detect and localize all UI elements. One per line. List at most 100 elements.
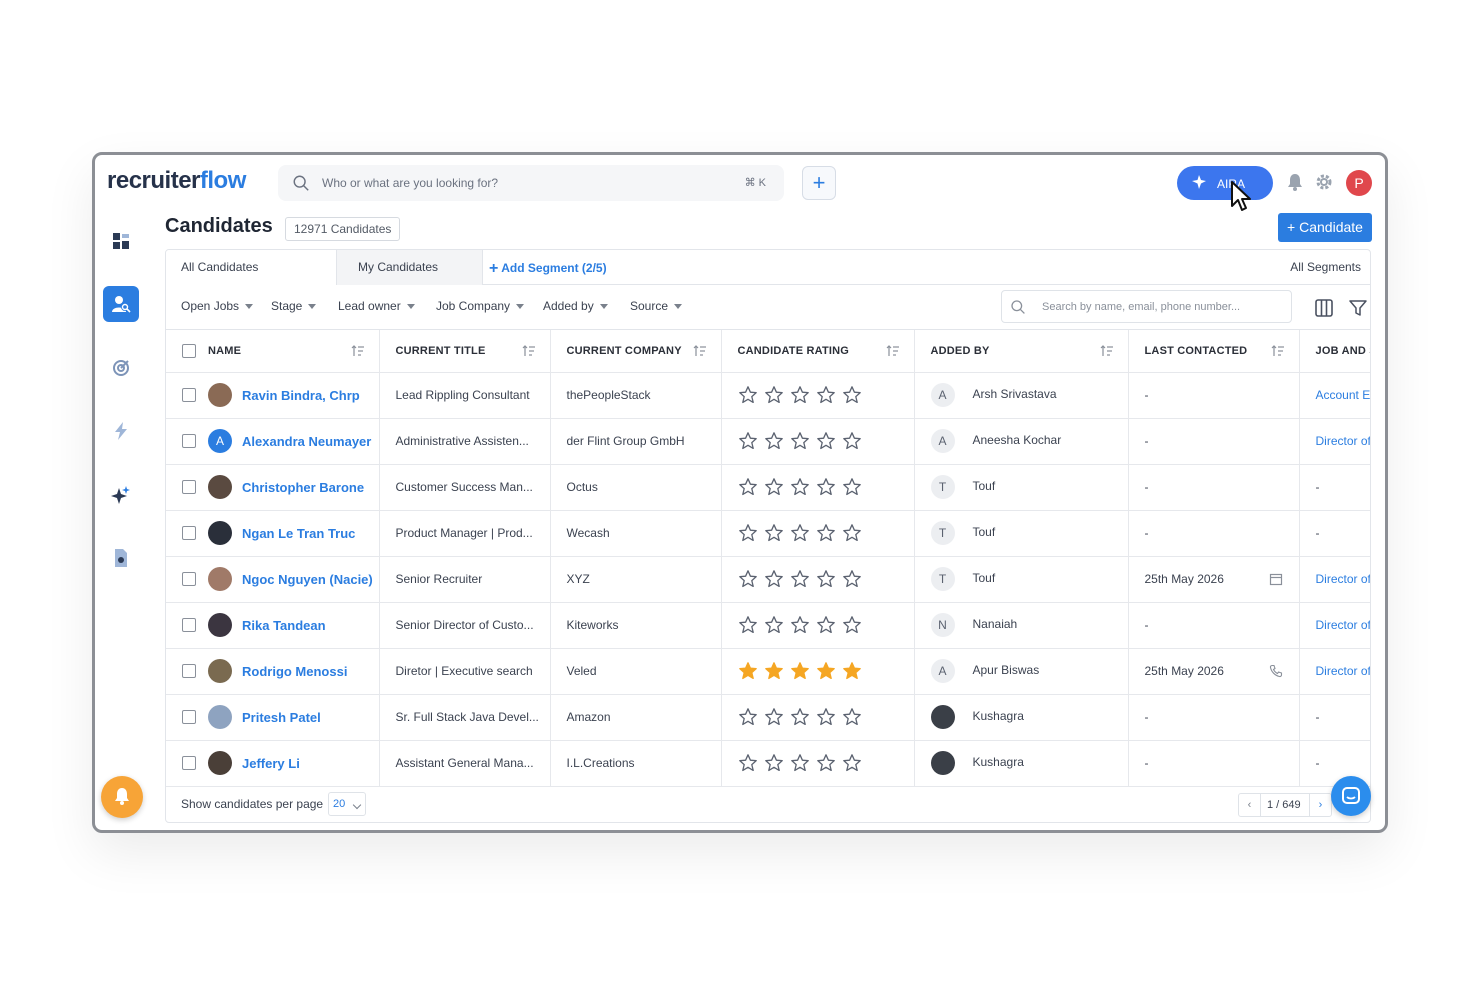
star-outline-icon[interactable] (764, 615, 784, 635)
add-segment-button[interactable]: + Add Segment (2/5) (489, 260, 607, 278)
star-outline-icon[interactable] (764, 523, 784, 543)
global-search[interactable]: Who or what are you looking for? ⌘ K (278, 165, 784, 201)
tab-all-candidates[interactable]: All Candidates (166, 250, 337, 285)
table-row[interactable]: Jeffery Li Assistant General Mana... I.L… (166, 740, 1370, 787)
sidebar-item-reports[interactable] (103, 540, 139, 576)
filter-funnel-icon[interactable] (1349, 299, 1367, 317)
star-outline-icon[interactable] (842, 753, 862, 773)
calendar-icon[interactable] (1269, 572, 1283, 586)
phone-icon[interactable] (1269, 664, 1283, 678)
column-header-title[interactable]: CURRENT TITLE (379, 330, 551, 373)
star-outline-icon[interactable] (738, 385, 758, 405)
logo[interactable]: recruiterflow (107, 167, 246, 195)
star-filled-icon[interactable] (842, 661, 862, 681)
star-outline-icon[interactable] (816, 569, 836, 589)
star-outline-icon[interactable] (764, 431, 784, 451)
columns-icon[interactable] (1314, 298, 1334, 318)
add-candidate-button[interactable]: + Candidate (1278, 213, 1372, 242)
column-header-company[interactable]: CURRENT COMPANY (550, 330, 722, 373)
star-rating[interactable] (738, 753, 914, 773)
notification-bell-icon[interactable] (1285, 172, 1305, 192)
star-rating[interactable] (738, 431, 914, 451)
sidebar-item-ai[interactable] (103, 477, 139, 513)
row-checkbox[interactable] (182, 664, 196, 678)
column-header-job[interactable]: JOB AND S (1299, 330, 1370, 373)
star-outline-icon[interactable] (738, 477, 758, 497)
star-rating[interactable] (738, 661, 914, 681)
quick-add-button[interactable]: + (802, 166, 836, 200)
row-checkbox[interactable] (182, 526, 196, 540)
star-outline-icon[interactable] (816, 615, 836, 635)
tab-my-candidates[interactable]: My Candidates (337, 250, 483, 285)
candidate-name-link[interactable]: Christopher Barone (242, 480, 364, 495)
filter-added-by[interactable]: Added by (543, 299, 608, 313)
table-row[interactable]: Rodrigo Menossi Diretor | Executive sear… (166, 648, 1370, 695)
star-rating[interactable] (738, 477, 914, 497)
filter-stage[interactable]: Stage (271, 299, 317, 313)
column-header-rating[interactable]: CANDIDATE RATING (721, 330, 915, 373)
row-checkbox[interactable] (182, 480, 196, 494)
star-outline-icon[interactable] (816, 753, 836, 773)
next-page-button[interactable]: › (1309, 794, 1331, 816)
star-rating[interactable] (738, 523, 914, 543)
sort-icon[interactable] (693, 344, 707, 358)
filter-lead-owner[interactable]: Lead owner (338, 299, 415, 313)
per-page-select[interactable]: 20 (328, 792, 366, 816)
table-row[interactable]: Ngan Le Tran Truc Product Manager | Prod… (166, 510, 1370, 557)
sort-icon[interactable] (1271, 344, 1285, 358)
column-header-last-contacted[interactable]: LAST CONTACTED (1128, 330, 1300, 373)
settings-gear-icon[interactable] (1314, 172, 1334, 192)
candidate-name-link[interactable]: Ravin Bindra, Chrp (242, 388, 360, 403)
star-outline-icon[interactable] (842, 569, 862, 589)
aira-button[interactable]: AIRA (1177, 166, 1273, 200)
star-outline-icon[interactable] (842, 477, 862, 497)
sidebar-item-jobs[interactable] (103, 350, 139, 386)
sort-icon[interactable] (351, 344, 365, 358)
select-all-checkbox[interactable] (182, 343, 196, 358)
star-outline-icon[interactable] (816, 523, 836, 543)
table-search-input[interactable]: Search by name, email, phone number... (1001, 290, 1292, 323)
row-checkbox[interactable] (182, 710, 196, 724)
job-link[interactable]: Director of (1316, 434, 1371, 448)
row-checkbox[interactable] (182, 572, 196, 586)
column-header-added-by[interactable]: ADDED BY (914, 330, 1129, 373)
chat-support-fab[interactable] (1331, 776, 1371, 816)
sort-icon[interactable] (1100, 344, 1114, 358)
candidate-name-link[interactable]: Jeffery Li (242, 756, 300, 771)
table-row[interactable]: Rika Tandean Senior Director of Custo...… (166, 602, 1371, 649)
sidebar-item-candidates[interactable] (103, 286, 139, 322)
sidebar-item-automations[interactable] (103, 413, 139, 449)
candidate-name-link[interactable]: Ngoc Nguyen (Nacie) (242, 572, 373, 587)
star-filled-icon[interactable] (738, 661, 758, 681)
star-rating[interactable] (738, 615, 914, 635)
star-outline-icon[interactable] (790, 385, 810, 405)
star-rating[interactable] (738, 707, 914, 727)
star-outline-icon[interactable] (790, 569, 810, 589)
job-link[interactable]: Director of (1316, 618, 1371, 632)
star-outline-icon[interactable] (790, 753, 810, 773)
star-outline-icon[interactable] (790, 477, 810, 497)
star-outline-icon[interactable] (738, 431, 758, 451)
star-outline-icon[interactable] (816, 477, 836, 497)
star-rating[interactable] (738, 569, 914, 589)
star-filled-icon[interactable] (816, 661, 836, 681)
candidate-name-link[interactable]: Pritesh Patel (242, 710, 321, 725)
job-link[interactable]: Director of (1316, 572, 1371, 586)
notifications-fab[interactable] (101, 776, 143, 818)
candidate-name-link[interactable]: Alexandra Neumayer (242, 434, 371, 449)
star-filled-icon[interactable] (790, 661, 810, 681)
table-row[interactable]: Ngoc Nguyen (Nacie) Senior Recruiter XYZ… (166, 556, 1371, 603)
job-link[interactable]: Account E (1316, 388, 1371, 402)
prev-page-button[interactable]: ‹ (1239, 794, 1261, 816)
star-outline-icon[interactable] (764, 385, 784, 405)
sidebar-item-dashboard[interactable] (103, 223, 139, 259)
star-rating[interactable] (738, 385, 914, 405)
candidate-name-link[interactable]: Rodrigo Menossi (242, 664, 347, 679)
star-outline-icon[interactable] (764, 477, 784, 497)
candidate-name-link[interactable]: Ngan Le Tran Truc (242, 526, 355, 541)
star-outline-icon[interactable] (842, 431, 862, 451)
table-row[interactable]: Christopher Barone Customer Success Man.… (166, 464, 1370, 511)
all-segments-link[interactable]: All Segments (1290, 260, 1361, 274)
star-outline-icon[interactable] (764, 707, 784, 727)
star-outline-icon[interactable] (816, 707, 836, 727)
